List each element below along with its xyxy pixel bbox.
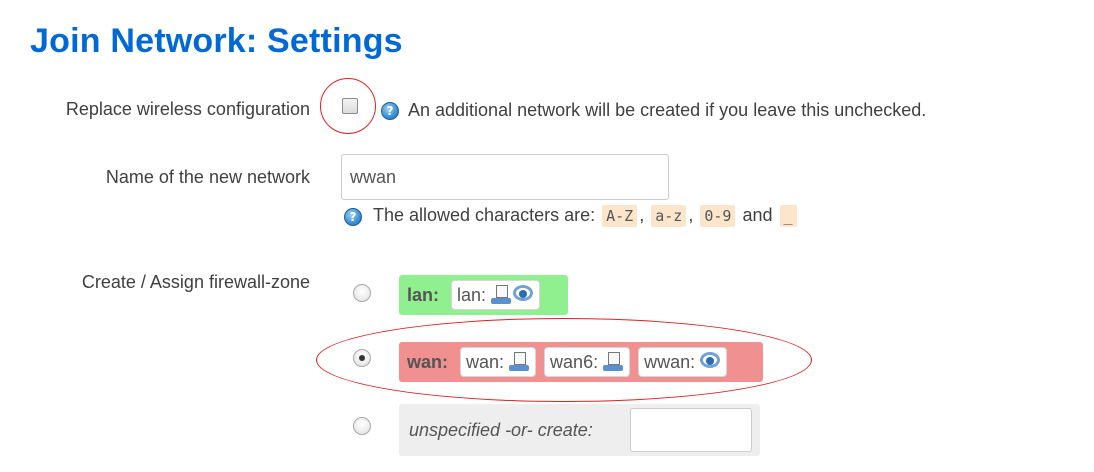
firewall-zone-label: Create / Assign firewall-zone (81, 272, 310, 292)
allowed-chars-uppercase: A-Z (602, 205, 638, 228)
separator: , (639, 205, 645, 225)
help-icon: ? (344, 208, 362, 226)
interface-wwan: wwan: (638, 347, 728, 377)
zone-unspecified-label: unspecified -or- create: (409, 419, 593, 440)
network-name-label: Name of the new network (105, 167, 310, 187)
separator: , (688, 205, 694, 225)
wifi-icon (512, 284, 534, 306)
zone-lan[interactable]: lan: lan: (399, 275, 568, 315)
zone-wan-name: wan: (407, 351, 449, 372)
ethernet-icon (490, 284, 512, 306)
zone-lan-radio[interactable] (353, 284, 371, 302)
allowed-chars-digits: 0-9 (700, 205, 736, 228)
network-name-help: The allowed characters are: A-Z, a-z, 0-… (373, 205, 799, 228)
ethernet-icon (508, 351, 530, 373)
page-title: Join Network: Settings (30, 22, 403, 60)
ethernet-icon (602, 351, 624, 373)
zone-unspecified[interactable]: unspecified -or- create: (399, 404, 760, 456)
interface-lan-name: lan: (457, 284, 487, 305)
help-icon: ? (381, 102, 399, 120)
allowed-chars-prefix: The allowed characters are: (373, 205, 596, 225)
interface-wwan-name: wwan: (644, 351, 696, 372)
annotation-circle (320, 78, 376, 134)
new-zone-input[interactable] (630, 408, 752, 452)
wifi-icon (699, 351, 721, 373)
interface-lan: lan: (451, 280, 541, 310)
replace-config-label: Replace wireless configuration (65, 99, 310, 119)
allowed-chars-lowercase: a-z (651, 205, 687, 228)
zone-create-radio[interactable] (353, 417, 371, 435)
network-name-input[interactable] (341, 154, 669, 200)
interface-wan-name: wan: (466, 351, 505, 372)
zone-wan[interactable]: wan: wan: wan6: wwan: (399, 342, 763, 382)
interface-wan6-name: wan6: (550, 351, 599, 372)
replace-config-help: An additional network will be created if… (408, 100, 927, 120)
zone-lan-name: lan: (407, 284, 440, 305)
interface-wan6: wan6: (544, 347, 631, 377)
interface-wan: wan: (460, 347, 537, 377)
allowed-chars-underscore: _ (779, 205, 797, 228)
and-word: and (742, 205, 773, 225)
